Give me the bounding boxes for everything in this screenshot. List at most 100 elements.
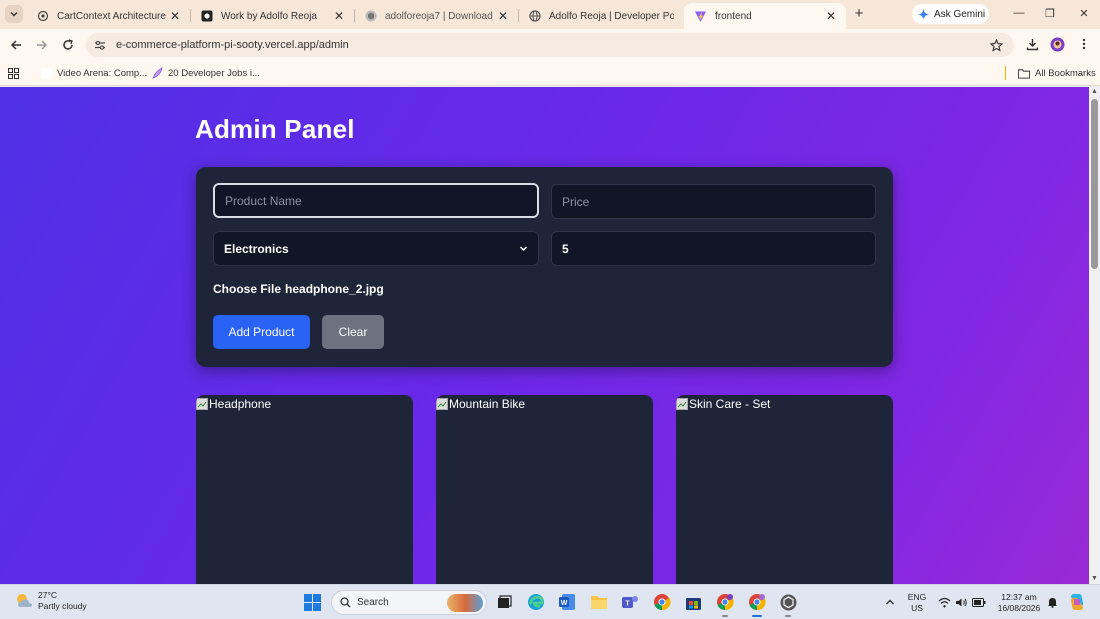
partly-cloudy-icon [17,594,32,607]
chevron-down-icon [10,12,18,17]
search-icon [340,597,351,608]
price-input[interactable] [551,184,876,219]
page-title: Admin Panel [195,114,355,144]
edge-icon[interactable] [526,592,546,612]
product-card[interactable]: Mountain Bike [436,395,653,584]
address-bar[interactable]: e-commerce-platform-pi-sooty.vercel.app/… [86,33,1014,57]
stock-input[interactable]: 5 [551,231,876,266]
forward-arrow-icon[interactable] [34,37,50,53]
arena-icon [40,67,52,79]
clear-button[interactable]: Clear [322,315,384,349]
weather-widget[interactable]: 27°C Partly cloudy [14,590,87,612]
tab-cartcontext[interactable]: CartContext Architecture Fix ✕ [26,3,190,29]
language-top: ENG [907,592,927,602]
all-bookmarks[interactable]: All Bookmarks [1018,65,1096,81]
category-value: Electronics [224,241,289,256]
active-indicator [752,615,762,617]
taskbar-search[interactable]: Search [331,590,487,615]
chrome-icon[interactable] [652,592,672,612]
product-alt-text: Headphone [209,397,272,411]
product-image: Mountain Bike [436,397,525,411]
category-select[interactable]: Electronics [213,231,539,266]
tab-work[interactable]: Work by Adolfo Reoja ✕ [190,3,354,29]
choose-file-button[interactable]: Choose File [213,282,281,296]
bookmark-developer-jobs[interactable]: 20 Developer Jobs i... [151,65,260,81]
close-icon[interactable]: ✕ [496,9,510,23]
gemini-label: Ask Gemini [934,8,986,20]
url-text: e-commerce-platform-pi-sooty.vercel.app/… [116,39,349,51]
broken-image-icon [676,398,688,410]
language-bottom: US [911,603,923,613]
unity-hub-icon[interactable] [778,592,798,612]
product-name-input[interactable] [213,183,539,218]
restore-icon[interactable]: ❐ [1043,7,1057,20]
download-icon[interactable] [1024,36,1040,52]
broken-image-icon [196,398,208,410]
clock-time: 12:37 am [1001,592,1037,602]
apps-grid-icon[interactable] [8,65,19,81]
window-close-icon[interactable]: ✕ [1077,7,1091,20]
product-alt-text: Skin Care - Set [689,397,771,411]
all-bookmarks-label: All Bookmarks [1035,67,1096,79]
minimize-icon[interactable]: — [1012,7,1026,19]
tab-search-button[interactable] [5,5,23,23]
clock[interactable]: 12:37 am 16/08/2026 [993,592,1045,614]
scroll-thumb[interactable] [1091,99,1098,269]
product-image: Headphone [196,397,271,411]
page-scrollbar[interactable]: ▲ ▼ [1089,87,1100,584]
svg-text:T: T [625,601,630,608]
chrome-profile-icon[interactable] [715,592,735,612]
add-product-button[interactable]: Add Product [213,315,310,349]
battery-icon[interactable] [969,592,989,612]
bookmark-star-icon[interactable] [988,37,1004,53]
product-card[interactable]: Headphone [196,395,413,584]
back-arrow-icon[interactable] [8,37,24,53]
windows-start-icon[interactable] [302,592,322,612]
close-icon[interactable]: ✕ [332,9,346,23]
globe-icon [528,10,541,23]
language-indicator[interactable]: ENG US [906,592,928,614]
notification-bell-icon[interactable] [1042,592,1062,612]
copilot-icon[interactable] [1067,592,1087,612]
running-indicator [722,615,728,617]
store-icon[interactable] [683,592,703,612]
gemini-sparkle-icon [918,8,929,20]
file-explorer-icon[interactable] [589,592,609,612]
word-icon[interactable]: W [557,592,577,612]
teams-icon[interactable]: T [620,592,640,612]
scroll-up-arrow-icon[interactable]: ▲ [1090,88,1099,96]
tab-frontend[interactable]: frontend ✕ [684,3,846,29]
profile-avatar[interactable] [1049,36,1065,52]
file-input[interactable]: Choose File headphone_2.jpg [213,282,384,296]
tab-strip: CartContext Architecture Fix ✕ Work by A… [0,0,1100,29]
chrome-active-icon[interactable] [747,592,767,612]
close-icon[interactable]: ✕ [824,9,838,23]
folder-icon [1018,67,1030,79]
scroll-down-arrow-icon[interactable]: ▼ [1090,575,1099,583]
close-icon[interactable]: ✕ [168,9,182,23]
product-card[interactable]: Skin Care - Set [676,395,893,584]
bookmark-label: 20 Developer Jobs i... [168,67,260,79]
tray-overflow-chevron-icon[interactable] [880,592,900,612]
ask-gemini-button[interactable]: Ask Gemini [912,4,989,24]
menu-kebab-icon[interactable] [1076,36,1092,52]
clock-date: 16/08/2026 [997,603,1041,613]
search-label: Search [357,597,389,608]
reload-icon[interactable] [60,37,76,53]
new-tab-button[interactable]: + [852,6,866,22]
tab-portfolio[interactable]: Adolfo Reoja | Developer Port [518,3,682,29]
volume-icon[interactable] [951,592,971,612]
bookmark-video-arena[interactable]: Video Arena: Comp... [40,65,147,81]
tab-unity[interactable]: adolforeoja7 | Download Unit ✕ [354,3,518,29]
tab-title: CartContext Architecture Fix [57,10,168,22]
product-form: Electronics 5 Choose File headphone_2.jp… [196,167,893,367]
browser-toolbar: e-commerce-platform-pi-sooty.vercel.app/… [0,29,1100,61]
tab-title: adolforeoja7 | Download Unit [385,10,496,22]
openai-icon [36,10,49,23]
tab-title: frontend [715,10,752,22]
svg-text:W: W [561,600,568,607]
stock-value: 5 [562,241,569,256]
windows-taskbar: 27°C Partly cloudy Search W T ENG US 12:… [0,584,1100,619]
task-view-icon[interactable] [494,592,514,612]
site-info-icon[interactable] [92,37,108,53]
